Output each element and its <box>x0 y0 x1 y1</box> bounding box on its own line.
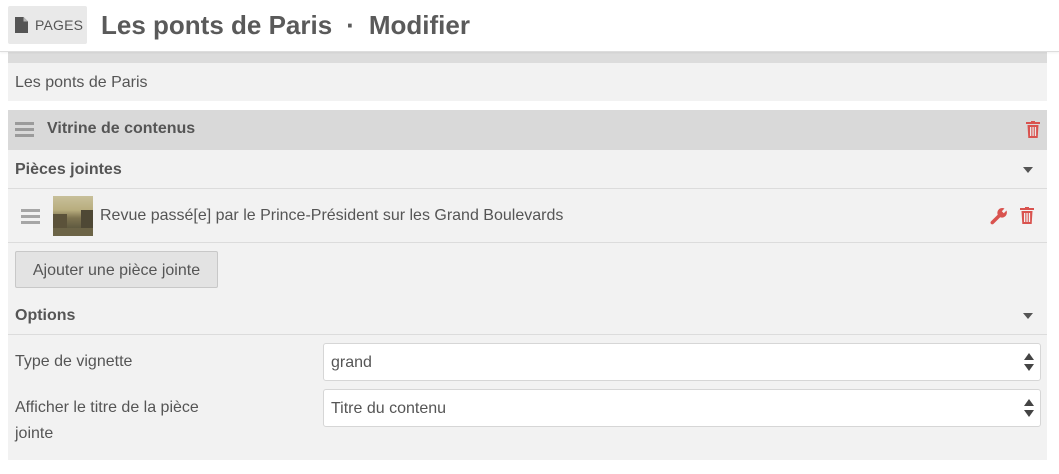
options-section-label: Options <box>15 307 76 324</box>
show-title-value: Titre du contenu <box>331 400 447 417</box>
page-title-action: Modifier <box>368 10 470 40</box>
document-icon <box>15 17 28 33</box>
select-arrows-icon <box>1024 353 1034 373</box>
list-item: Revue passé[e] par le Prince-Président s… <box>8 190 1047 243</box>
attachments-section-label: Pièces jointes <box>15 161 122 178</box>
edit-page-main: Les ponts de Paris Vitrine de contenus P… <box>0 0 1059 474</box>
select-arrows-icon <box>1024 399 1034 419</box>
trash-icon[interactable] <box>1026 121 1040 138</box>
title-separator: · <box>346 10 355 40</box>
add-attachment-button[interactable]: Ajouter une pièce jointe <box>15 251 218 288</box>
caret-down-icon <box>1023 313 1033 319</box>
block-body: Pièces jointes Revue passé[e] par le Pri… <box>8 150 1047 460</box>
page-header: PAGES Les ponts de Paris · Modifier <box>0 0 1059 52</box>
page-title: Les ponts de Paris · Modifier <box>101 9 470 41</box>
show-title-label: Afficher le titre de la pièce jointe <box>15 399 199 442</box>
pages-button[interactable]: PAGES <box>8 6 87 44</box>
trash-icon[interactable] <box>1020 207 1034 224</box>
attachment-thumbnail <box>53 196 93 236</box>
attachments-section-toggle[interactable]: Pièces jointes <box>8 150 1047 189</box>
block-header: Vitrine de contenus <box>8 110 1047 150</box>
options-section-toggle[interactable]: Options <box>8 296 1047 335</box>
wrench-icon[interactable] <box>990 207 1008 225</box>
thumbnail-type-select[interactable]: grand <box>323 343 1041 381</box>
page-title-field[interactable]: Les ponts de Paris <box>8 63 1047 101</box>
attachment-title: Revue passé[e] par le Prince-Président s… <box>100 207 564 224</box>
page-title-main: Les ponts de Paris <box>101 10 333 40</box>
pages-button-label: PAGES <box>35 17 84 33</box>
thumbnail-type-label: Type de vignette <box>15 353 133 370</box>
caret-down-icon <box>1023 167 1033 173</box>
drag-handle-icon[interactable] <box>21 209 40 224</box>
drag-handle-icon[interactable] <box>15 122 34 137</box>
block-title: Vitrine de contenus <box>47 120 196 137</box>
show-title-select[interactable]: Titre du contenu <box>323 389 1041 427</box>
thumbnail-type-value: grand <box>331 354 372 371</box>
